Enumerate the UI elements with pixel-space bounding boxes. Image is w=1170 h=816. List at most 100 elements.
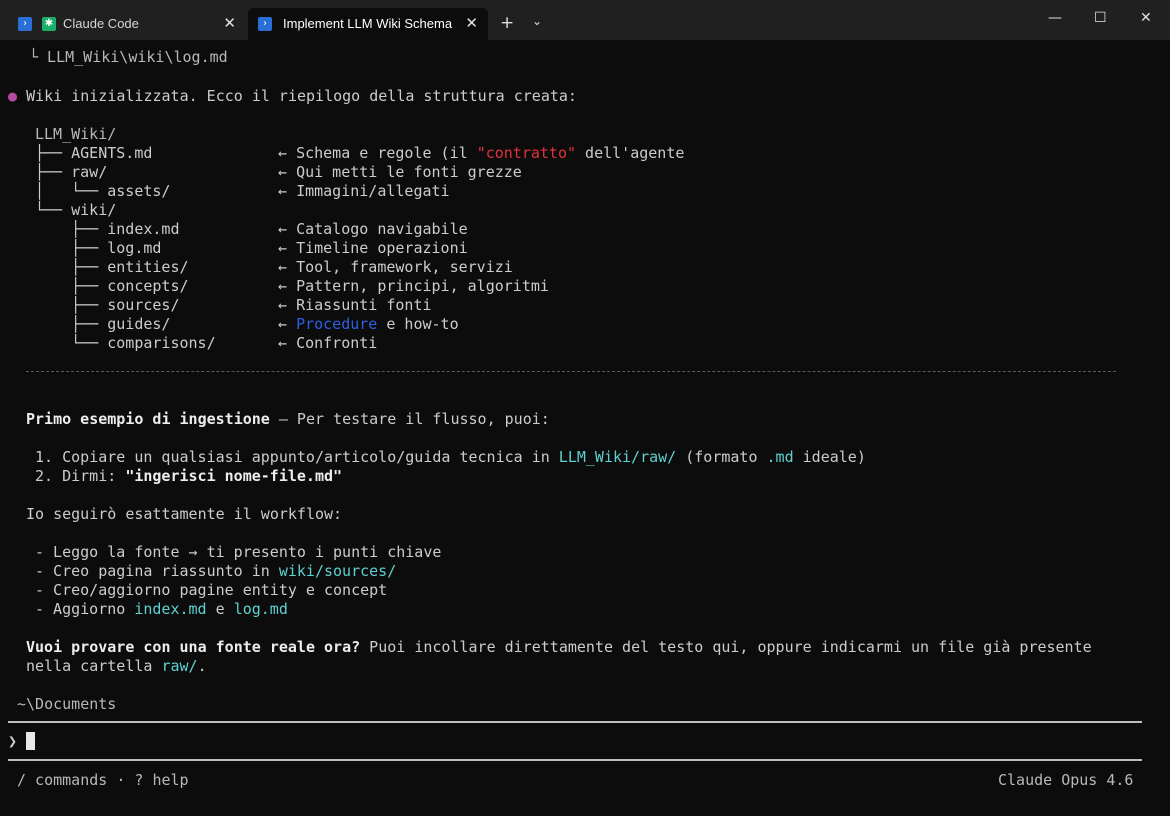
question-bold: Vuoi provare con una fonte reale ora? (26, 638, 361, 656)
path-text: LLM_Wiki/raw/ (558, 448, 677, 466)
workflow-text: e (206, 600, 234, 618)
workflow-text: - Creo pagina riassunto in (35, 562, 279, 580)
step-2: 2. Dirmi: "ingerisci nome-file.md" (35, 467, 342, 486)
tree-desc: ← Timeline operazioni (278, 239, 468, 258)
tree-root: LLM_Wiki/ (35, 125, 117, 143)
path-text: index.md (134, 600, 207, 618)
top-path: └ LLM_Wiki\wiki\log.md (29, 48, 228, 66)
tree-desc-text: Schema e regole (il (296, 144, 477, 162)
tab-implement-llm-wiki[interactable]: › Implement LLM Wiki Schema ✕ (248, 8, 488, 40)
tree-desc: ← Pattern, principi, algoritmi (278, 277, 549, 296)
path-text: .md (766, 448, 794, 466)
minimize-button[interactable]: — (1048, 10, 1062, 26)
terminal-output: └ LLM_Wiki\wiki\log.md ● Wiki inizializz… (0, 40, 1170, 816)
powershell-icon: › (258, 17, 272, 31)
intro-line: ● Wiki inizializzata. Ecco il riepilogo … (8, 87, 577, 106)
input-top-border (8, 721, 1142, 723)
workflow-item: - Creo/aggiorno pagine entity e concept (35, 581, 388, 599)
tree-prefix: ├── AGENTS.md (35, 144, 153, 162)
tab-close-icon[interactable]: ✕ (223, 14, 236, 32)
tree-desc-text: Catalogo navigabile (296, 220, 468, 238)
tree-desc: ← Riassunti fonti (278, 296, 432, 315)
tree-prefix: ├── index.md (35, 220, 180, 238)
arrow-icon: ← (278, 334, 288, 352)
prompt-chevron-icon: ❯ (8, 732, 18, 750)
tree-desc-text: Tool, framework, servizi (296, 258, 513, 276)
tree-desc: ← Tool, framework, servizi (278, 258, 513, 277)
tree-prefix: ├── sources/ (35, 296, 180, 314)
step-1: 1. Copiare un qualsiasi appunto/articolo… (35, 448, 866, 467)
arrow-icon: ← (278, 144, 288, 162)
path-text: wiki/sources/ (278, 562, 397, 580)
example-rest: — Per testare il flusso, puoi: (269, 410, 550, 428)
tree-desc-text: e how-to (377, 315, 459, 333)
claude-icon: ✱ (42, 17, 56, 31)
tab-claude-code[interactable]: › ✱ Claude Code ✕ (8, 8, 246, 40)
model-name: Claude Opus 4.6 (998, 771, 1134, 789)
dashed-divider (26, 371, 1116, 372)
tab-close-icon[interactable]: ✕ (465, 14, 478, 32)
tree-desc: ← Confronti (278, 334, 377, 353)
command-text: "ingerisci nome-file.md" (125, 467, 343, 485)
chevron-down-icon[interactable]: ⌄ (532, 14, 542, 28)
tree-desc: ← Qui metti le fonti grezze (278, 163, 522, 182)
tree-desc: ← Immagini/allegati (278, 182, 450, 201)
current-directory: ~\Documents (17, 695, 117, 713)
tree-prefix: ├── log.md (35, 239, 162, 257)
tree-desc-text: Confronti (296, 334, 378, 352)
highlight-text: "contratto" (476, 144, 577, 162)
input-cursor[interactable] (26, 732, 35, 750)
close-window-button[interactable]: ✕ (1140, 10, 1152, 26)
maximize-button[interactable]: ☐ (1094, 10, 1107, 26)
workflow-text: - Aggiorno (35, 600, 135, 618)
tree-desc-text: Timeline operazioni (296, 239, 468, 257)
workflow-intro: Io seguirò esattamente il workflow: (26, 505, 343, 523)
input-bottom-border (8, 759, 1142, 761)
tree-desc-text: Immagini/allegati (296, 182, 450, 200)
tree-desc-text: Riassunti fonti (296, 296, 432, 314)
tree-prefix: ├── guides/ (35, 315, 171, 333)
tree-desc-text: dell'agente (576, 144, 685, 162)
tree-prefix: └── wiki/ (35, 201, 117, 219)
path-text: log.md (233, 600, 288, 618)
intro-text: Wiki inizializzata. Ecco il riepilogo de… (26, 87, 577, 105)
arrow-icon: ← (278, 277, 288, 295)
highlight-text: Procedure (296, 315, 378, 333)
arrow-icon: ← (278, 163, 288, 181)
new-tab-button[interactable]: + (500, 13, 514, 33)
step-text: ideale) (793, 448, 866, 466)
arrow-icon: ← (278, 182, 288, 200)
example-heading: Primo esempio di ingestione — Per testar… (26, 410, 550, 429)
question-text: . (197, 657, 207, 675)
arrow-icon: ← (278, 239, 288, 257)
question-line-2: nella cartella raw/. (26, 657, 207, 676)
tree-prefix: │ └── assets/ (35, 182, 171, 200)
path-text: raw/ (161, 657, 198, 675)
title-bar: › ✱ Claude Code ✕ › Implement LLM Wiki S… (0, 0, 1170, 40)
question-text: Puoi incollare direttamente del testo qu… (360, 638, 1092, 656)
powershell-icon: › (18, 17, 32, 31)
footer-hint: / commands · ? help (17, 771, 189, 789)
tab-label: Implement LLM Wiki Schema (283, 16, 453, 31)
question-line-1: Vuoi provare con una fonte reale ora? Pu… (26, 638, 1092, 657)
tree-desc: ← Catalogo navigabile (278, 220, 468, 239)
question-text: nella cartella (26, 657, 162, 675)
arrow-icon: ← (278, 296, 288, 314)
tree-desc-text: Qui metti le fonti grezze (296, 163, 522, 181)
tree-desc: ← Schema e regole (il "contratto" dell'a… (278, 144, 684, 163)
tree-prefix: ├── entities/ (35, 258, 189, 276)
step-text: (formato (676, 448, 767, 466)
tree-prefix: ├── raw/ (35, 163, 108, 181)
tab-label: Claude Code (63, 16, 139, 31)
workflow-item: - Aggiorno index.md e log.md (35, 600, 288, 619)
tree-prefix: ├── concepts/ (35, 277, 189, 295)
arrow-icon: ← (278, 315, 288, 333)
step-text: 1. Copiare un qualsiasi appunto/articolo… (35, 448, 559, 466)
arrow-icon: ← (278, 258, 288, 276)
tree-desc: ← Procedure e how-to (278, 315, 459, 334)
tree-desc-text: Pattern, principi, algoritmi (296, 277, 549, 295)
arrow-icon: ← (278, 220, 288, 238)
bullet-icon: ● (8, 87, 18, 105)
workflow-item: - Leggo la fonte → ti presento i punti c… (35, 543, 442, 561)
tree-prefix: └── comparisons/ (35, 334, 216, 352)
